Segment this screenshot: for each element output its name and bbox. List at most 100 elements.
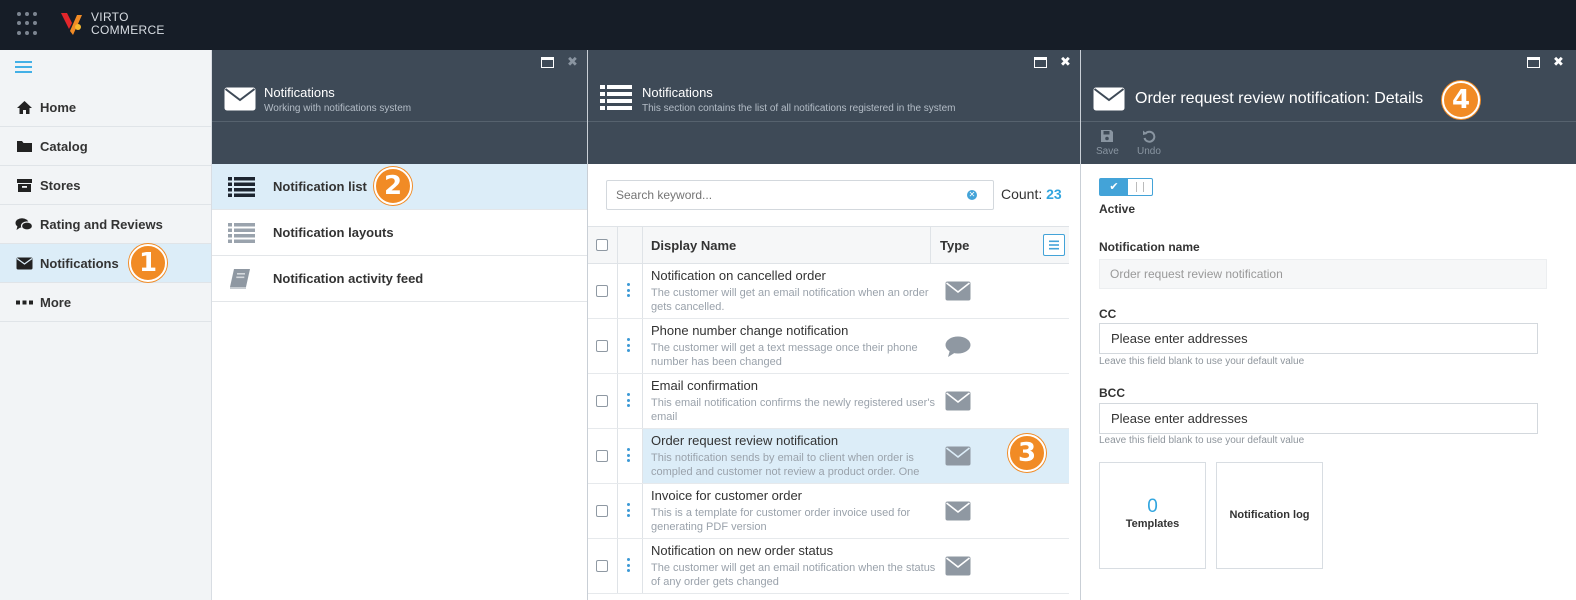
sidebar-item-rating-and-reviews[interactable]: Rating and Reviews — [0, 205, 211, 244]
table-row[interactable]: Email confirmation This email notificati… — [588, 374, 1069, 429]
table-row[interactable]: Invoice for customer order This is a tem… — [588, 484, 1069, 539]
templates-count: 0 — [1147, 496, 1158, 517]
bcc-input[interactable] — [1100, 404, 1537, 433]
row-actions-icon[interactable] — [627, 283, 631, 299]
templates-label: Templates — [1125, 518, 1180, 530]
row-actions-icon[interactable] — [627, 503, 631, 519]
sidebar-item-stores[interactable]: Stores — [0, 166, 211, 205]
sidebar-item-home[interactable]: Home — [0, 88, 211, 127]
search-input[interactable] — [607, 181, 947, 209]
menu-item-label: Notification list — [273, 179, 367, 194]
row-name: Invoice for customer order — [651, 488, 803, 503]
bcc-label: BCC — [1099, 386, 1125, 400]
envelope-icon — [945, 281, 971, 301]
step-badge-1: 1 — [129, 244, 167, 282]
step-badge-3: 3 — [1008, 434, 1046, 472]
blade-window-bar: ✖ — [588, 50, 1080, 77]
sidebar-item-label: Stores — [40, 177, 81, 193]
cc-input[interactable] — [1100, 324, 1537, 353]
notification-log-tile[interactable]: Notification log — [1216, 462, 1323, 569]
menu-item-notification-layouts[interactable]: Notification layouts — [212, 210, 587, 256]
undo-icon — [1142, 130, 1156, 143]
row-actions-icon[interactable] — [627, 338, 631, 354]
blade-header: Order request review notification: Detai… — [1081, 77, 1576, 122]
close-icon[interactable]: ✖ — [1060, 55, 1071, 68]
sidebar-item-more[interactable]: More — [0, 283, 211, 322]
close-icon[interactable]: ✖ — [1553, 55, 1564, 68]
ellipsis-icon — [15, 294, 33, 310]
notification-name-label: Notification name — [1099, 240, 1200, 254]
envelope-icon — [15, 255, 33, 271]
blade-title: Notifications — [642, 85, 713, 100]
step-badge-2: 2 — [374, 167, 412, 205]
book-icon — [228, 268, 255, 290]
sidebar-item-label: Notifications — [40, 255, 119, 271]
table-row[interactable]: Notification on new order status The cus… — [588, 539, 1069, 594]
blade-title: Notifications — [264, 85, 335, 100]
row-actions-icon[interactable] — [627, 393, 631, 409]
row-name: Notification on cancelled order — [651, 268, 826, 283]
row-description: The customer will get an email notificat… — [651, 562, 936, 588]
floppy-disk-icon — [1101, 130, 1114, 142]
row-checkbox[interactable] — [596, 340, 608, 352]
notifications-list-blade: ✖ Notifications This section contains th… — [588, 50, 1081, 600]
column-header-type[interactable]: Type — [940, 238, 969, 253]
blade-toolbar — [212, 122, 587, 164]
list-icon — [228, 222, 255, 244]
table-row-selected[interactable]: Order request review notification This n… — [588, 429, 1069, 484]
blade-subtitle: This section contains the list of all no… — [642, 103, 956, 114]
clear-search-icon[interactable]: ✕ — [967, 190, 977, 200]
row-description: The customer will get a text message onc… — [651, 342, 918, 368]
sidebar-item-catalog[interactable]: Catalog — [0, 127, 211, 166]
row-checkbox[interactable] — [596, 395, 608, 407]
blade-title: Order request review notification: Detai… — [1135, 90, 1424, 107]
envelope-icon — [1093, 87, 1125, 111]
blade-subtitle: Working with notifications system — [264, 103, 412, 114]
maximize-icon[interactable] — [1527, 57, 1540, 68]
notifications-menu-blade: ✖ Notifications Working with notificatio… — [212, 50, 588, 600]
menu-item-label: Notification activity feed — [273, 271, 424, 286]
notifications-table: Display Name Type Notification on cancel… — [588, 226, 1069, 594]
cc-hint: Leave this field blank to use your defau… — [1099, 356, 1305, 367]
maximize-icon[interactable] — [541, 57, 554, 68]
row-description: This notification sends by email to clie… — [651, 452, 920, 478]
column-settings-button[interactable] — [1043, 234, 1065, 256]
notification-details-blade: ✖ Order request review notification: Det… — [1081, 50, 1576, 600]
virto-logo-icon — [61, 13, 82, 35]
sidebar-item-label: More — [40, 294, 72, 310]
menu-item-notification-activity-feed[interactable]: Notification activity feed — [212, 256, 587, 302]
notification-log-label: Notification log — [1229, 509, 1310, 521]
column-header-display-name[interactable]: Display Name — [651, 238, 736, 253]
sidebar-item-label: Catalog — [40, 138, 88, 154]
table-row[interactable]: Notification on cancelled order The cust… — [588, 264, 1069, 319]
table-row[interactable]: Phone number change notification The cus… — [588, 319, 1069, 374]
blade-toolbar: Save Undo — [1081, 122, 1576, 164]
save-button[interactable]: Save — [1096, 129, 1119, 157]
envelope-icon — [945, 446, 971, 466]
sidebar-item-label: Rating and Reviews — [40, 216, 163, 232]
sidebar-nav: Home Catalog Stores Rating and Reviews N… — [0, 88, 211, 322]
checkmark-icon: ✔ — [1100, 179, 1128, 195]
row-checkbox[interactable] — [596, 285, 608, 297]
select-all-checkbox[interactable] — [596, 239, 608, 251]
templates-tile[interactable]: 0 Templates — [1099, 462, 1206, 569]
row-checkbox[interactable] — [596, 505, 608, 517]
cc-label: CC — [1099, 307, 1117, 321]
row-actions-icon[interactable] — [627, 448, 631, 464]
active-toggle[interactable]: ✔ — [1099, 178, 1153, 196]
apps-grid-icon[interactable] — [17, 12, 41, 36]
home-icon — [15, 99, 33, 115]
row-name: Phone number change notification — [651, 323, 849, 338]
row-description: This is a template for customer order in… — [651, 507, 911, 533]
maximize-icon[interactable] — [1034, 57, 1047, 68]
bcc-field — [1099, 403, 1538, 434]
blade-window-bar: ✖ — [1081, 50, 1576, 77]
close-icon[interactable]: ✖ — [567, 55, 578, 68]
undo-button[interactable]: Undo — [1137, 129, 1161, 157]
row-checkbox[interactable] — [596, 450, 608, 462]
envelope-icon — [224, 87, 256, 111]
row-checkbox[interactable] — [596, 560, 608, 572]
hamburger-menu-icon[interactable] — [15, 61, 32, 75]
row-actions-icon[interactable] — [627, 558, 631, 574]
sidebar-item-notifications[interactable]: Notifications — [0, 244, 211, 283]
